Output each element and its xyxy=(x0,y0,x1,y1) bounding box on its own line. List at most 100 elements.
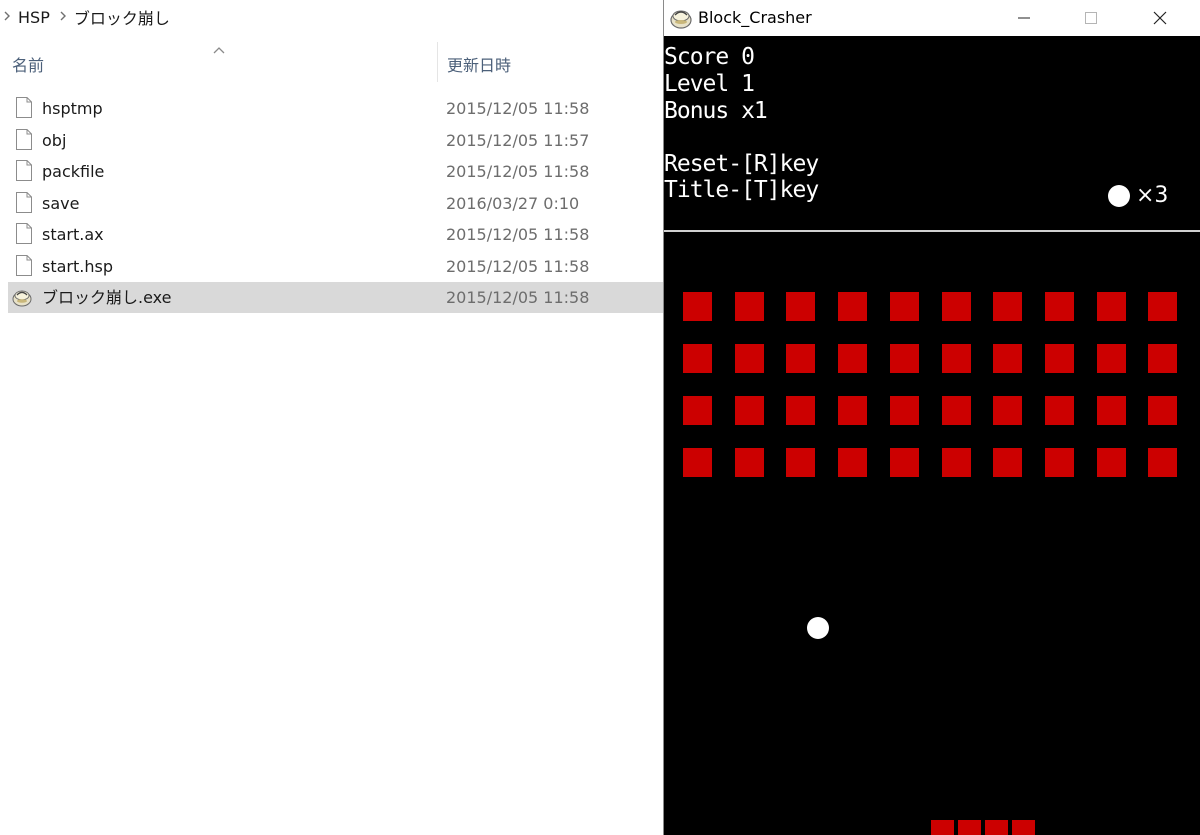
paddle-segment xyxy=(1012,820,1035,835)
brick xyxy=(941,448,971,477)
hsp-app-icon[interactable] xyxy=(669,6,693,30)
brick xyxy=(838,396,868,425)
brick xyxy=(1096,344,1126,373)
file-name: hsptmp xyxy=(42,99,103,118)
file-icon xyxy=(16,223,32,244)
brick xyxy=(1096,396,1126,425)
file-name: save xyxy=(42,193,80,213)
brick xyxy=(683,448,712,477)
brick xyxy=(941,396,971,425)
file-name: start.ax xyxy=(42,225,104,244)
file-date: 2015/12/05 11:58 xyxy=(446,288,590,307)
close-button[interactable] xyxy=(1137,0,1183,36)
file-icon xyxy=(16,97,32,118)
ball-icon xyxy=(1108,184,1130,207)
file-name: packfile xyxy=(42,162,105,181)
brick xyxy=(786,448,816,477)
brick xyxy=(838,344,868,373)
file-row[interactable]: start.ax 2015/12/05 11:58 xyxy=(8,219,663,250)
title-hint-text: Title-[T]key xyxy=(664,177,819,203)
brick xyxy=(1148,344,1178,373)
brick xyxy=(993,396,1023,425)
minimize-button[interactable] xyxy=(1001,0,1047,36)
file-icon xyxy=(16,191,32,213)
brick xyxy=(1044,344,1074,373)
file-icon xyxy=(16,128,32,150)
brick xyxy=(734,292,764,321)
brick xyxy=(1044,396,1074,425)
game-window: Block_Crasher Score 0 Level 1 Bonus x1 R… xyxy=(663,0,1200,835)
paddle-segment xyxy=(985,820,1008,835)
brick xyxy=(1148,292,1178,321)
file-date: 2015/12/05 11:58 xyxy=(446,225,590,244)
brick xyxy=(993,448,1023,477)
brick xyxy=(889,292,919,321)
file-date: 2016/03/27 0:10 xyxy=(446,193,580,213)
breadcrumb: HSP ブロック崩し xyxy=(0,0,663,34)
file-row[interactable]: packfile 2015/12/05 11:58 xyxy=(8,156,663,187)
paddle-segment xyxy=(958,820,981,835)
file-icon xyxy=(16,160,32,181)
brick xyxy=(683,344,712,373)
score-text: Score 0 xyxy=(664,44,755,70)
brick xyxy=(889,396,919,425)
file-name: start.hsp xyxy=(42,256,113,276)
sort-ascending-icon xyxy=(213,39,225,54)
brick xyxy=(1148,448,1178,477)
file-date: 2015/12/05 11:57 xyxy=(446,130,590,150)
file-row[interactable]: hsptmp 2015/12/05 11:58 xyxy=(8,93,663,124)
file-row[interactable]: obj 2015/12/05 11:57 xyxy=(8,125,663,156)
brick xyxy=(683,292,712,321)
brick xyxy=(889,344,919,373)
column-header-name[interactable]: 名前 xyxy=(12,44,44,84)
brick xyxy=(1096,292,1126,321)
brick xyxy=(734,396,764,425)
column-header-date[interactable]: 更新日時 xyxy=(447,44,511,84)
bonus-text: Bonus x1 xyxy=(664,98,768,124)
file-name: ブロック崩し.exe xyxy=(42,288,172,307)
level-text: Level 1 xyxy=(664,71,755,97)
file-date: 2015/12/05 11:58 xyxy=(446,162,590,181)
brick xyxy=(786,292,816,321)
brick xyxy=(734,344,764,373)
maximize-button[interactable] xyxy=(1068,0,1114,36)
hsp-exe-icon xyxy=(12,287,32,308)
chevron-right-icon[interactable] xyxy=(60,10,66,24)
lives-count: ×3 xyxy=(1136,183,1169,208)
file-explorer: HSP ブロック崩し 名前 更新日時 hsptmp 2015/12/05 11:5… xyxy=(0,0,663,835)
file-icon xyxy=(16,254,32,276)
lives-indicator: ×3 xyxy=(1108,183,1168,208)
brick xyxy=(1044,292,1074,321)
paddle-segment xyxy=(931,820,954,835)
brick xyxy=(838,292,868,321)
title-bar[interactable]: Block_Crasher xyxy=(664,0,1200,36)
window-title: Block_Crasher xyxy=(698,8,812,27)
breadcrumb-item-folder[interactable]: ブロック崩し xyxy=(74,5,170,29)
brick xyxy=(786,396,816,425)
close-icon xyxy=(1153,11,1167,25)
brick xyxy=(1096,448,1126,477)
breadcrumb-item-hsp[interactable]: HSP xyxy=(18,8,50,27)
file-date: 2015/12/05 11:58 xyxy=(446,99,590,118)
brick xyxy=(1148,396,1178,425)
brick xyxy=(838,448,868,477)
hud-divider xyxy=(664,230,1200,232)
column-divider[interactable] xyxy=(437,42,438,82)
chevron-right-icon[interactable] xyxy=(4,10,10,24)
file-row[interactable]: save 2016/03/27 0:10 xyxy=(8,188,663,219)
brick xyxy=(941,344,971,373)
file-row[interactable]: ブロック崩し.exe 2015/12/05 11:58 xyxy=(8,282,663,313)
brick xyxy=(941,292,971,321)
brick xyxy=(683,396,712,425)
brick xyxy=(889,448,919,477)
maximize-icon xyxy=(1085,12,1097,24)
file-date: 2015/12/05 11:58 xyxy=(446,256,590,276)
reset-hint-text: Reset-[R]key xyxy=(664,151,819,177)
brick xyxy=(786,344,816,373)
ball xyxy=(807,617,829,639)
brick xyxy=(1044,448,1074,477)
minimize-icon xyxy=(1018,17,1030,19)
file-name: obj xyxy=(42,130,67,150)
file-row[interactable]: start.hsp 2015/12/05 11:58 xyxy=(8,251,663,282)
brick xyxy=(993,344,1023,373)
